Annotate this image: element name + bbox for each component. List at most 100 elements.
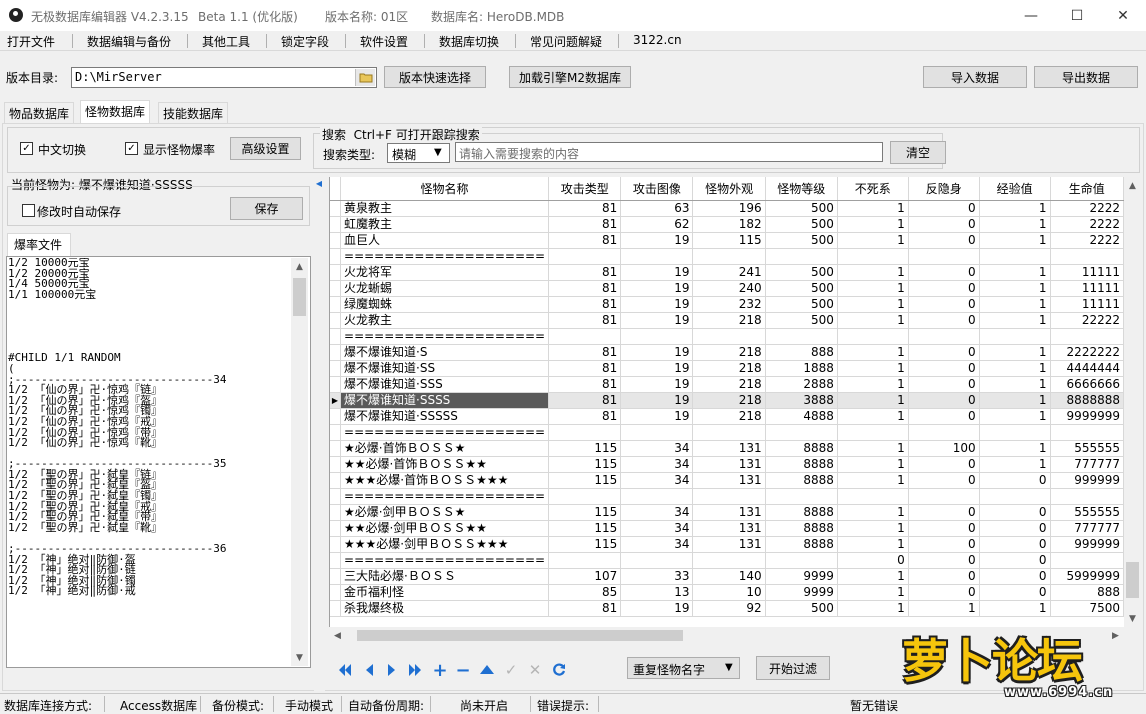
table-cell[interactable]: 2888 [765, 376, 838, 393]
table-cell[interactable] [692, 328, 766, 345]
dir-field[interactable]: D:\MirServer [71, 67, 377, 88]
column-header[interactable]: 怪物名称 [340, 177, 550, 201]
table-cell[interactable]: 131 [692, 536, 766, 553]
table-cell[interactable]: 8888 [765, 520, 838, 537]
cancel-record-icon[interactable]: ✕ [525, 660, 545, 680]
table-cell[interactable]: 1 [979, 440, 1051, 457]
table-cell[interactable]: 金币福利怪 [340, 584, 550, 601]
table-cell[interactable]: 1 [837, 344, 909, 361]
table-cell[interactable]: 218 [692, 360, 766, 377]
menu-db-switch[interactable]: 数据库切换 [439, 33, 499, 50]
table-cell[interactable]: 8888 [765, 472, 838, 489]
table-cell[interactable]: 19 [620, 264, 694, 281]
table-row[interactable]: 虹魔教主 81 62 182 500 1 0 1 2222 [330, 216, 1124, 233]
row-indicator[interactable] [330, 552, 341, 569]
table-cell[interactable] [620, 424, 694, 441]
table-cell[interactable]: 1 [837, 408, 909, 425]
table-cell[interactable]: 4888 [765, 408, 838, 425]
search-input[interactable]: 请输入需要搜索的内容 [455, 142, 883, 162]
table-cell[interactable]: 1 [979, 600, 1051, 617]
table-cell[interactable]: 0 [979, 536, 1051, 553]
table-cell[interactable]: 0 [908, 392, 980, 409]
table-cell[interactable]: ==================== [340, 552, 550, 569]
table-cell[interactable]: 19 [620, 280, 694, 297]
table-cell[interactable]: 81 [548, 392, 622, 409]
table-row[interactable]: ==================== [330, 248, 1124, 265]
table-cell[interactable]: 19 [620, 312, 694, 329]
table-cell[interactable]: 0 [908, 360, 980, 377]
table-row[interactable]: 爆不爆谁知道·S 81 19 218 888 1 0 1 2222222 [330, 344, 1124, 361]
table-row[interactable]: 血巨人 81 19 115 500 1 0 1 2222 [330, 232, 1124, 249]
row-indicator[interactable] [330, 600, 341, 617]
table-cell[interactable]: 血巨人 [340, 232, 550, 249]
column-header[interactable]: 怪物外观 [692, 177, 766, 201]
table-cell[interactable]: ★★必爆·剑甲ＢＯＳＳ★★ [340, 520, 550, 537]
table-cell[interactable]: 115 [548, 472, 622, 489]
column-header[interactable]: 攻击类型 [548, 177, 622, 201]
row-indicator[interactable] [330, 248, 341, 265]
table-cell[interactable]: 9999999 [1050, 408, 1124, 425]
row-indicator[interactable] [330, 360, 341, 377]
table-cell[interactable]: 1 [837, 600, 909, 617]
row-indicator[interactable] [330, 216, 341, 233]
table-cell[interactable]: 0 [908, 552, 980, 569]
row-indicator[interactable] [330, 584, 341, 601]
table-cell[interactable] [908, 328, 980, 345]
table-cell[interactable]: 1 [837, 440, 909, 457]
table-cell[interactable]: 1 [837, 376, 909, 393]
row-indicator[interactable] [330, 344, 341, 361]
table-cell[interactable] [765, 424, 838, 441]
table-cell[interactable]: 爆不爆谁知道·SSSSS [340, 408, 550, 425]
table-cell[interactable]: 1 [837, 504, 909, 521]
table-cell[interactable]: 1 [837, 264, 909, 281]
menu-lock-fields[interactable]: 锁定字段 [281, 33, 329, 50]
drop-scrollbar[interactable]: ▲ ▼ [291, 258, 308, 666]
menu-data-edit-backup[interactable]: 数据编辑与备份 [87, 33, 171, 50]
table-cell[interactable] [1050, 248, 1124, 265]
table-cell[interactable]: 1 [979, 360, 1051, 377]
table-row[interactable]: ★★必爆·剑甲ＢＯＳＳ★★ 115 34 131 8888 1 0 0 777777 [330, 520, 1124, 537]
table-cell[interactable]: 81 [548, 360, 622, 377]
table-cell[interactable]: 1888 [765, 360, 838, 377]
table-cell[interactable]: 1 [837, 536, 909, 553]
table-row[interactable]: 爆不爆谁知道·SSSSS 81 19 218 4888 1 0 1 9999999 [330, 408, 1124, 425]
table-row[interactable]: ==================== [330, 424, 1124, 441]
table-cell[interactable] [620, 328, 694, 345]
save-button[interactable]: 保存 [230, 197, 303, 220]
post-record-icon[interactable]: ✓ [501, 660, 521, 680]
table-cell[interactable]: 115 [548, 504, 622, 521]
table-cell[interactable]: 0 [908, 264, 980, 281]
table-cell[interactable]: 19 [620, 600, 694, 617]
load-engine-button[interactable]: 加载引擎M2数据库 [509, 66, 631, 88]
table-cell[interactable]: 0 [908, 520, 980, 537]
table-cell[interactable] [979, 328, 1051, 345]
table-cell[interactable]: 1 [908, 600, 980, 617]
table-cell[interactable]: 火龙蜥蜴 [340, 280, 550, 297]
table-cell[interactable]: 0 [979, 584, 1051, 601]
scroll-thumb[interactable] [1126, 562, 1139, 598]
table-cell[interactable]: 1 [837, 568, 909, 585]
row-indicator[interactable] [330, 440, 341, 457]
table-cell[interactable]: 2222222 [1050, 344, 1124, 361]
table-cell[interactable]: 4444444 [1050, 360, 1124, 377]
row-indicator[interactable] [330, 536, 341, 553]
table-cell[interactable]: 19 [620, 376, 694, 393]
table-cell[interactable]: 100 [908, 440, 980, 457]
table-cell[interactable]: 1 [979, 232, 1051, 249]
row-indicator[interactable] [330, 280, 341, 297]
monster-table[interactable]: 怪物名称 攻击类型 攻击图像 怪物外观 怪物等级 不死系 反隐身 经验值 生命值 黄泉教主 81 6… [330, 177, 1124, 617]
table-row[interactable]: ==================== [330, 488, 1124, 505]
splitter[interactable]: ◀ [314, 177, 325, 691]
table-cell[interactable]: 92 [692, 600, 766, 617]
search-type-select[interactable]: 模糊 ▼ [387, 143, 450, 163]
minimize-button[interactable]: — [1008, 0, 1054, 31]
table-cell[interactable]: 0 [908, 568, 980, 585]
table-row[interactable]: ★★★必爆·首饰ＢＯＳＳ★★★ 115 34 131 8888 1 0 0 999999 [330, 472, 1124, 489]
table-cell[interactable]: 虹魔教主 [340, 216, 550, 233]
table-cell[interactable] [620, 488, 694, 505]
table-cell[interactable]: 13 [620, 584, 694, 601]
table-cell[interactable] [548, 248, 622, 265]
table-cell[interactable]: 232 [692, 296, 766, 313]
table-row[interactable]: 绿魔蜘蛛 81 19 232 500 1 0 1 11111 [330, 296, 1124, 313]
table-cell[interactable] [979, 248, 1051, 265]
